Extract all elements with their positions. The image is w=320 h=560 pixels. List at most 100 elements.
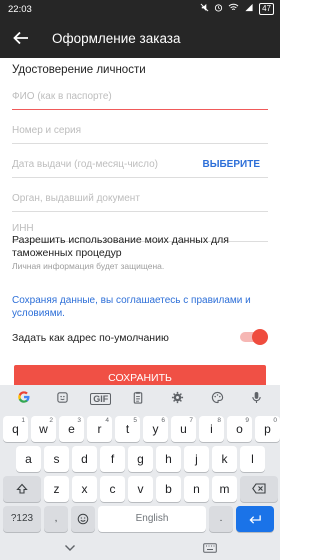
key-hint: 1 (21, 417, 25, 424)
key-label: o (236, 422, 243, 436)
key-label: e (68, 422, 75, 436)
terms-link[interactable]: Сохраняя данные, вы соглашаетесь с прави… (12, 295, 262, 320)
full-name-field[interactable]: ФИО (как в паспорте) (12, 80, 268, 110)
status-time: 22:03 (8, 4, 32, 15)
key-q[interactable]: q1 (3, 416, 28, 442)
passport-number-field[interactable]: Номер и серия (12, 114, 268, 144)
battery-indicator: 47 (259, 3, 274, 15)
comma-key[interactable]: , (44, 506, 68, 532)
key-v[interactable]: v (128, 476, 153, 502)
key-label: w (39, 422, 48, 436)
wifi-icon (228, 3, 239, 15)
key-hint: 4 (105, 417, 109, 424)
key-f[interactable]: f (100, 446, 125, 472)
permission-text: Разрешить использование моих данных для … (12, 234, 229, 259)
key-i[interactable]: i8 (199, 416, 224, 442)
system-nav-bar (0, 538, 280, 560)
key-label: t (125, 422, 130, 436)
back-arrow-icon[interactable] (12, 29, 30, 47)
key-label: r (97, 422, 102, 436)
keyboard-row-1: q1w2e3r4t5y6u7i8o9p0 (0, 416, 280, 442)
key-j[interactable]: j (184, 446, 209, 472)
google-icon[interactable] (12, 390, 36, 407)
keyboard-row-2: asdfghjkl (0, 446, 280, 472)
key-w[interactable]: w2 (31, 416, 56, 442)
key-o[interactable]: o9 (227, 416, 252, 442)
passport-number-placeholder: Номер и серия (12, 125, 82, 136)
issue-date-field[interactable]: Дата выдачи (год-месяц-число) ВЫБЕРИТЕ (12, 148, 268, 178)
keyboard-toolbar: GIF (0, 385, 280, 412)
key-hint: 2 (49, 417, 53, 424)
section-title: Удостоверение личности (12, 64, 146, 76)
key-x[interactable]: x (72, 476, 97, 502)
space-key[interactable]: English (98, 506, 206, 532)
mic-icon[interactable] (244, 391, 268, 407)
gif-button[interactable]: GIF (90, 392, 112, 405)
key-k[interactable]: k (212, 446, 237, 472)
inn-placeholder: ИНН (12, 223, 34, 234)
order-form: Удостоверение личности ФИО (как в паспор… (0, 58, 280, 385)
emoji-key[interactable] (71, 506, 95, 532)
status-bar: 22:03 47 (0, 0, 280, 20)
key-c[interactable]: c (100, 476, 125, 502)
key-s[interactable]: s (44, 446, 69, 472)
symbols-key[interactable]: ?123 (3, 506, 41, 532)
toggle-knob (252, 329, 268, 345)
keyboard-row-4: ?123 , English . (0, 506, 280, 532)
settings-icon[interactable] (166, 391, 190, 407)
keyboard-switch-icon[interactable] (202, 542, 217, 556)
protection-note: Личная информация будет защищена. (12, 261, 165, 271)
key-l[interactable]: l (240, 446, 265, 472)
issue-date-placeholder: Дата выдачи (год-месяц-число) (12, 159, 158, 170)
key-label: y (152, 422, 159, 436)
key-hint: 3 (77, 417, 81, 424)
issuer-placeholder: Орган, выдавший документ (12, 193, 140, 204)
key-t[interactable]: t5 (115, 416, 140, 442)
key-g[interactable]: g (128, 446, 153, 472)
key-hint: 8 (217, 417, 221, 424)
sticker-icon[interactable] (51, 391, 75, 407)
key-hint: 9 (245, 417, 249, 424)
full-name-placeholder: ФИО (как в паспорте) (12, 91, 112, 102)
key-n[interactable]: n (184, 476, 209, 502)
key-y[interactable]: y6 (143, 416, 168, 442)
key-hint: 7 (189, 417, 193, 424)
key-p[interactable]: p0 (255, 416, 280, 442)
keyboard: GIF q1w2e3r4t5y6u7i8o9p0 asdfghjkl zxcvb… (0, 385, 280, 560)
default-address-label: Задать как адрес по-умолчанию (12, 332, 169, 344)
signal-icon (244, 3, 254, 15)
key-label: q (12, 422, 19, 436)
key-r[interactable]: r4 (87, 416, 112, 442)
status-icons: 47 (200, 3, 274, 15)
key-hint: 5 (133, 417, 137, 424)
palette-icon[interactable] (205, 391, 229, 407)
key-e[interactable]: e3 (59, 416, 84, 442)
key-a[interactable]: a (16, 446, 41, 472)
key-b[interactable]: b (156, 476, 181, 502)
enter-key[interactable] (236, 506, 274, 532)
key-h[interactable]: h (156, 446, 181, 472)
key-hint: 6 (161, 417, 165, 424)
keyboard-hide-icon[interactable] (64, 543, 76, 555)
key-z[interactable]: z (44, 476, 69, 502)
key-label: u (180, 422, 187, 436)
key-u[interactable]: u7 (171, 416, 196, 442)
backspace-key[interactable] (240, 476, 278, 502)
key-label: p (264, 422, 271, 436)
key-label: i (210, 422, 213, 436)
period-key[interactable]: . (209, 506, 233, 532)
clipboard-icon[interactable] (126, 391, 150, 407)
save-button[interactable]: СОХРАНИТЬ (14, 365, 266, 385)
default-address-toggle[interactable] (238, 329, 268, 345)
issuer-field[interactable]: Орган, выдавший документ (12, 182, 268, 212)
key-m[interactable]: m (212, 476, 237, 502)
choose-date-button[interactable]: ВЫБЕРИТЕ (202, 159, 260, 170)
key-hint: 0 (273, 417, 277, 424)
alarm-icon (214, 3, 223, 15)
keyboard-row-3: zxcvbnm (0, 476, 280, 502)
key-d[interactable]: d (72, 446, 97, 472)
page-title: Оформление заказа (52, 31, 181, 46)
mute-icon (200, 3, 209, 15)
app-bar: Оформление заказа (0, 20, 280, 58)
shift-key[interactable] (3, 476, 41, 502)
